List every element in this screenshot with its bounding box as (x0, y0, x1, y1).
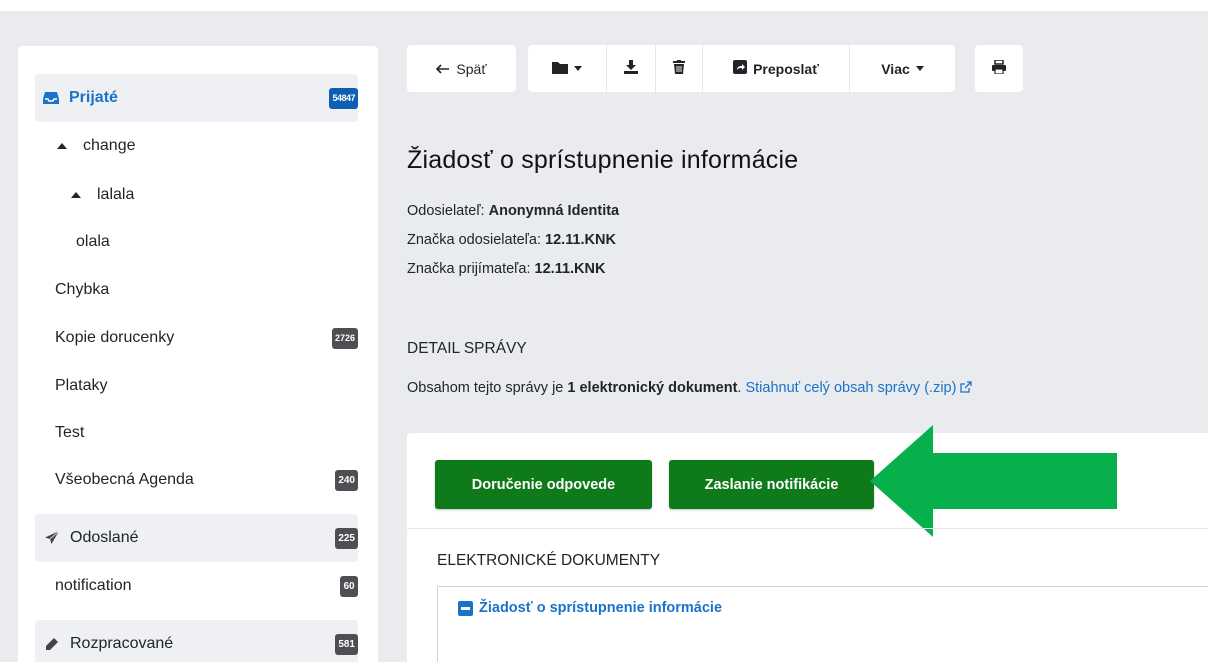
sender-ref-label: Značka odosielateľa: (407, 232, 542, 248)
count-badge: 2726 (331, 327, 358, 349)
sidebar-item-label: Plataky (55, 377, 108, 394)
sidebar-item-olala[interactable]: olala (35, 218, 358, 266)
printer-icon (992, 59, 1006, 77)
download-all-link[interactable]: Stiahnuť celý obsah správy (.zip) (745, 380, 973, 396)
sidebar-item-notification[interactable]: notification 60 (35, 562, 358, 610)
sender-row: Odosielateľ: Anonymná Identita (407, 203, 619, 219)
pencil-icon (44, 637, 70, 652)
count-badge: 581 (335, 633, 358, 655)
count-badge: 240 (335, 469, 358, 491)
sidebar-item-label: olala (76, 233, 110, 250)
more-dropdown[interactable]: Viac (850, 45, 955, 92)
sidebar-item-label: Odoslané (70, 529, 139, 546)
forward-button[interactable]: Preposlať (703, 45, 850, 92)
sender-label: Odosielateľ: (407, 203, 485, 219)
inbox-icon (43, 91, 69, 105)
sidebar: Prijaté 54847 change lalala olala Chybka… (18, 46, 378, 662)
back-label: Späť (456, 60, 487, 77)
recipient-ref-value: 12.11.KNK (534, 261, 606, 277)
back-button[interactable]: Späť (407, 45, 516, 92)
sidebar-item-lalala[interactable]: lalala (35, 171, 358, 219)
recipient-ref-row: Značka prijímateľa: 12.11.KNK (407, 261, 605, 277)
delivery-response-button[interactable]: Doručenie odpovede (435, 460, 652, 509)
collapse-icon[interactable] (458, 600, 473, 616)
top-bar (0, 0, 1208, 11)
sidebar-item-label: change (83, 137, 136, 154)
external-link-icon (960, 381, 973, 393)
sidebar-item-label: notification (55, 577, 132, 594)
sidebar-item-label: Prijaté (69, 89, 118, 106)
sidebar-item-plataky[interactable]: Plataky (35, 362, 358, 410)
sidebar-item-prijate[interactable]: Prijaté 54847 (35, 74, 358, 122)
sidebar-item-vseobecna-agenda[interactable]: Všeobecná Agenda 240 (35, 456, 358, 504)
sender-ref-row: Značka odosielateľa: 12.11.KNK (407, 232, 616, 248)
content-summary: Obsahom tejto správy je 1 elektronický d… (407, 380, 973, 396)
message-title: Žiadosť o sprístupnenie informácie (407, 146, 799, 174)
document-item[interactable]: Žiadosť o sprístupnenie informácie (458, 600, 722, 616)
sidebar-item-label: Chybka (55, 281, 110, 298)
more-label: Viac (881, 60, 910, 77)
sidebar-item-chybka[interactable]: Chybka (35, 266, 358, 314)
message-actions-group: Preposlať Viac (528, 45, 955, 92)
count-badge: 60 (340, 575, 358, 597)
sidebar-item-label: Všeobecná Agenda (55, 471, 194, 488)
sidebar-item-rozpracovane[interactable]: Rozpracované 581 (35, 620, 358, 662)
sidebar-item-label: Kopie dorucenky (55, 329, 175, 346)
sidebar-item-label: Rozpracované (70, 635, 174, 652)
forward-label: Preposlať (753, 60, 819, 77)
count-badge: 225 (335, 527, 358, 549)
count-badge: 54847 (329, 87, 358, 109)
sidebar-item-odoslane[interactable]: Odoslané 225 (35, 514, 358, 562)
detail-heading: DETAIL SPRÁVY (407, 340, 527, 357)
recipient-ref-label: Značka prijímateľa: (407, 261, 531, 277)
sender-ref-value: 12.11.KNK (545, 232, 616, 248)
sender-value: Anonymná Identita (488, 203, 620, 219)
sidebar-item-test[interactable]: Test (35, 409, 358, 457)
back-button-group: Späť (407, 45, 516, 92)
content-suffix: . (737, 380, 742, 396)
document-item-label: Žiadosť o sprístupnenie informácie (479, 600, 723, 616)
chevron-down-icon (915, 66, 924, 71)
sidebar-item-change[interactable]: change (35, 122, 358, 170)
delete-button[interactable] (656, 45, 703, 92)
content-count: 1 elektronický dokument (567, 380, 738, 396)
documents-heading: ELEKTRONICKÉ DOKUMENTY (437, 552, 661, 569)
arrow-left-icon (436, 61, 450, 77)
folder-icon (552, 61, 568, 77)
caret-up-icon (71, 192, 97, 198)
download-icon (624, 60, 638, 77)
print-button[interactable] (975, 45, 1023, 92)
sidebar-item-label: lalala (97, 186, 135, 203)
content-prefix: Obsahom tejto správy je (407, 380, 564, 396)
trash-icon (673, 60, 685, 77)
download-button[interactable] (607, 45, 656, 92)
documents-list (437, 586, 1208, 662)
sidebar-item-label: Test (55, 424, 85, 441)
sidebar-item-kopie-dorucenky[interactable]: Kopie dorucenky 2726 (35, 314, 358, 362)
chevron-down-icon (574, 66, 582, 71)
paper-plane-icon (44, 530, 70, 546)
panel-divider (407, 528, 1208, 529)
move-folder-button[interactable] (528, 45, 607, 92)
send-notification-button[interactable]: Zaslanie notifikácie (669, 460, 874, 509)
share-icon (733, 60, 748, 77)
caret-up-icon (57, 143, 83, 149)
annotation-arrow-icon (870, 425, 1117, 537)
print-button-group (975, 45, 1023, 92)
